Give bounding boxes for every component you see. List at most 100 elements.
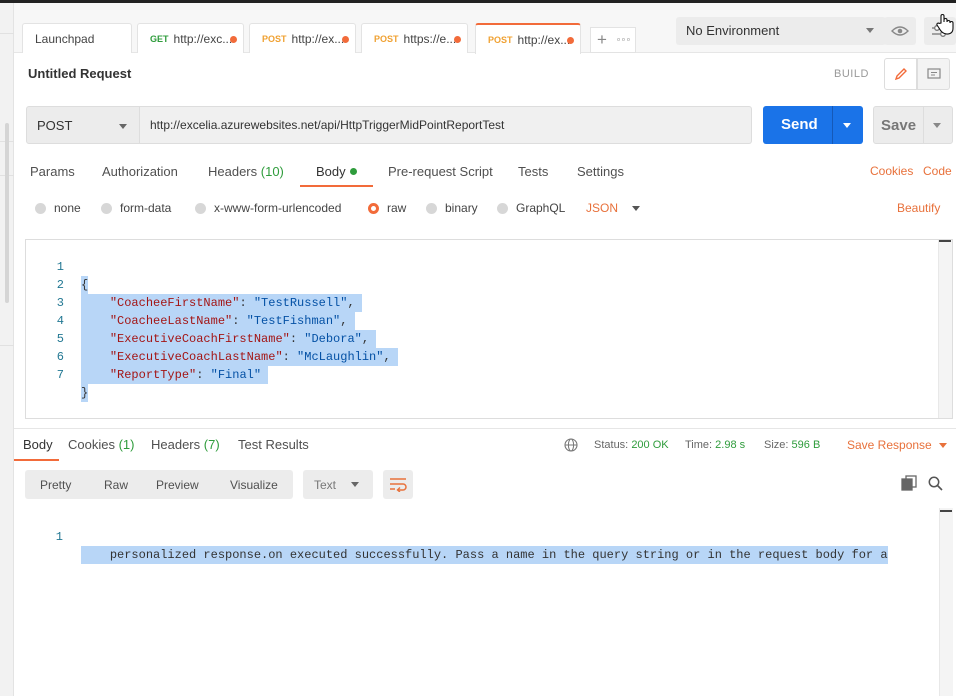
radio-form-data[interactable]: form-data [101, 201, 171, 215]
unsaved-dot-icon [567, 37, 574, 44]
radio-binary[interactable]: binary [426, 201, 478, 215]
cookies-link[interactable]: Cookies [870, 164, 913, 178]
save-response-button[interactable]: Save Response [847, 438, 947, 452]
unsaved-dot-icon [342, 36, 349, 43]
response-size[interactable]: Size: 596 B [764, 439, 820, 451]
request-title[interactable]: Untitled Request [28, 66, 131, 81]
radio-urlencoded-label: x-www-form-urlencoded [214, 201, 342, 215]
body-indicator-dot-icon [349, 168, 357, 176]
response-status[interactable]: Status: 200 OK [594, 439, 669, 451]
tab-post-request-2[interactable]: POST https://e... [361, 23, 468, 53]
send-options-chevron-icon[interactable] [843, 123, 851, 128]
method-select[interactable]: POST [26, 106, 140, 144]
response-tab-cookies-label: Cookies [68, 437, 115, 452]
new-tab-plus-icon[interactable]: + [591, 30, 613, 50]
copy-icon[interactable] [901, 475, 917, 491]
line-number: 7 [56, 368, 64, 382]
request-body-editor[interactable]: 1 { 2 "CoacheeFirstName": "TestRussell",… [25, 239, 953, 419]
tab-method: POST [374, 33, 399, 44]
wrap-lines-button[interactable] [383, 470, 413, 499]
response-scrollbar[interactable] [939, 508, 953, 696]
tab-body[interactable]: Body [316, 164, 357, 179]
globe-icon[interactable] [564, 438, 578, 452]
raw-format-select[interactable]: JSON [586, 201, 641, 215]
response-active-tab-underline [14, 459, 59, 461]
tab-launchpad[interactable]: Launchpad [22, 23, 132, 53]
view-raw-button[interactable]: Raw [104, 478, 128, 492]
chevron-down-icon [866, 28, 874, 33]
save-button[interactable]: Save [873, 106, 953, 144]
tab-post-request-1[interactable]: POST http://ex... [249, 23, 356, 53]
tab-pre-request-script[interactable]: Pre-request Script [388, 164, 493, 179]
response-tab-body[interactable]: Body [23, 437, 53, 452]
tab-headers[interactable]: Headers (10) [208, 164, 284, 179]
send-button[interactable]: Send [763, 106, 863, 144]
editor-line: 2 "CoacheeFirstName": "TestRussell", [26, 258, 952, 312]
view-preview-button[interactable]: Preview [156, 478, 199, 492]
save-options-chevron-icon[interactable] [933, 123, 941, 128]
radio-graphql-label: GraphQL [516, 201, 566, 215]
body-type-options: none form-data x-www-form-urlencoded raw… [0, 201, 956, 217]
search-icon[interactable] [928, 476, 943, 491]
response-view-modes: Pretty Raw Preview Visualize [25, 470, 293, 499]
radio-graphql[interactable]: GraphQL [497, 201, 565, 215]
more-tabs-icon[interactable]: ◦◦◦ [613, 34, 635, 46]
tab-settings[interactable]: Settings [577, 164, 624, 179]
pencil-icon [894, 68, 907, 81]
response-time[interactable]: Time: 2.98 s [685, 439, 745, 451]
tab-post-request-active[interactable]: POST http://ex... [475, 23, 581, 54]
tab-params[interactable]: Params [30, 164, 75, 179]
response-tab-headers[interactable]: Headers (7) [151, 437, 220, 452]
url-input[interactable] [140, 106, 752, 144]
unsaved-dot-icon [454, 36, 461, 43]
chevron-down-icon [351, 482, 359, 487]
tab-label: http://ex... [291, 31, 345, 46]
json-value: "Final" [210, 368, 262, 382]
save-label: Save [881, 117, 917, 134]
response-tab-headers-label: Headers [151, 437, 201, 452]
edit-mode-button[interactable] [884, 58, 917, 90]
tab-label: Launchpad [35, 31, 95, 46]
view-visualize-button[interactable]: Visualize [230, 478, 278, 492]
cookies-count: (1) [118, 437, 135, 452]
code-link[interactable]: Code [923, 164, 952, 178]
response-tab-cookies[interactable]: Cookies (1) [68, 437, 134, 452]
response-tab-test-results[interactable]: Test Results [238, 437, 309, 452]
code-text: "ReportType": "Final" [81, 366, 269, 384]
radio-none[interactable]: none [35, 201, 81, 215]
json-colon: : [196, 368, 211, 382]
tab-authorization[interactable]: Authorization [102, 164, 178, 179]
editor-line: 7 } [26, 348, 952, 402]
tab-actions: + ◦◦◦ [590, 27, 636, 53]
comments-mode-button[interactable] [917, 58, 950, 90]
request-tabs: Params Authorization Headers (10) Body P… [0, 164, 956, 188]
radio-urlencoded[interactable]: x-www-form-urlencoded [195, 201, 341, 215]
time-label: Time: [685, 439, 713, 451]
size-value: 596 B [791, 439, 821, 451]
editor-line: 1 { [26, 240, 952, 294]
beautify-link[interactable]: Beautify [897, 201, 940, 215]
view-pretty-button[interactable]: Pretty [40, 478, 71, 492]
tab-tests[interactable]: Tests [518, 164, 548, 179]
response-body-viewer[interactable]: 1 This HTTP triggered function executed … [14, 508, 956, 696]
tab-body-label: Body [316, 164, 346, 179]
tab-label: http://exc... [173, 31, 233, 46]
response-format-select[interactable]: Text [303, 470, 373, 499]
code-text: } [81, 384, 89, 402]
eye-icon [891, 26, 909, 36]
hand-pointer-cursor-icon [936, 14, 954, 35]
status-value: 200 OK [631, 439, 669, 451]
size-label: Size: [764, 439, 789, 451]
radio-raw[interactable]: raw [368, 201, 406, 215]
status-label: Status: [594, 439, 629, 451]
chevron-down-icon [938, 443, 947, 449]
environment-select[interactable]: No Environment [676, 17, 886, 45]
tab-get-request[interactable]: GET http://exc... [137, 23, 244, 53]
response-header: Body Cookies (1) Headers (7) Test Result… [14, 428, 956, 461]
environment-quick-look-button[interactable] [884, 17, 916, 45]
headers-count: (10) [260, 164, 284, 179]
editor-scrollbar[interactable] [938, 240, 952, 418]
radio-binary-label: binary [445, 201, 478, 215]
editor-line: 4 "ExecutiveCoachFirstName": "Debora", [26, 294, 952, 348]
tab-method: POST [262, 33, 287, 44]
